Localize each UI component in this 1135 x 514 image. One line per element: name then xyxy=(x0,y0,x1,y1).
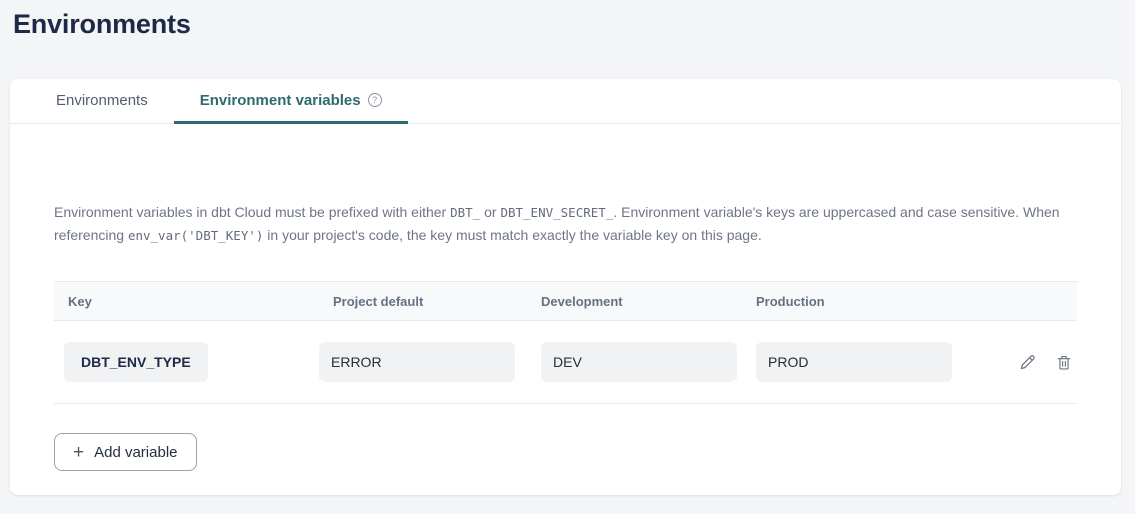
project-default-value-pill: ERROR xyxy=(319,342,515,382)
tab-environment-variables-label: Environment variables xyxy=(200,92,361,109)
column-header-actions xyxy=(1006,282,1077,321)
column-header-key: Key xyxy=(54,282,319,321)
trash-icon xyxy=(1055,353,1073,371)
table-row: DBT_ENV_TYPE ERROR DEV PROD xyxy=(54,321,1077,404)
tab-environments-label: Environments xyxy=(56,92,148,109)
add-variable-label: Add variable xyxy=(94,444,177,461)
code-dbt-env-secret-prefix: DBT_ENV_SECRET_ xyxy=(500,205,613,220)
description-text: or xyxy=(480,204,500,220)
help-icon[interactable]: ? xyxy=(368,93,382,107)
table-header-row: Key Project default Development Producti… xyxy=(54,282,1077,321)
plus-icon: + xyxy=(73,443,84,462)
column-header-production: Production xyxy=(756,282,1006,321)
page-title: Environments xyxy=(13,9,1135,40)
edit-variable-button[interactable] xyxy=(1016,351,1039,374)
development-value-pill: DEV xyxy=(541,342,737,382)
description: Environment variables in dbt Cloud must … xyxy=(54,201,1077,247)
code-dbt-prefix: DBT_ xyxy=(450,205,480,220)
environments-card: Environments Environment variables ? Env… xyxy=(10,79,1121,495)
delete-variable-button[interactable] xyxy=(1053,351,1075,373)
tab-panel-environment-variables: Environment variables in dbt Cloud must … xyxy=(10,201,1121,471)
production-value-pill: PROD xyxy=(756,342,952,382)
environment-variables-table: Key Project default Development Producti… xyxy=(54,281,1077,404)
column-header-development: Development xyxy=(541,282,756,321)
variable-key-pill: DBT_ENV_TYPE xyxy=(64,342,208,382)
tab-bar: Environments Environment variables ? xyxy=(10,79,1121,124)
description-text: Environment variables in dbt Cloud must … xyxy=(54,204,450,220)
pencil-icon xyxy=(1018,353,1037,372)
add-variable-button[interactable]: + Add variable xyxy=(54,433,197,471)
code-env-var-example: env_var('DBT_KEY') xyxy=(128,228,263,243)
column-header-project-default: Project default xyxy=(319,282,541,321)
description-text: in your project's code, the key must mat… xyxy=(263,227,761,243)
tab-environments[interactable]: Environments xyxy=(30,79,174,124)
tab-environment-variables[interactable]: Environment variables ? xyxy=(174,79,408,124)
